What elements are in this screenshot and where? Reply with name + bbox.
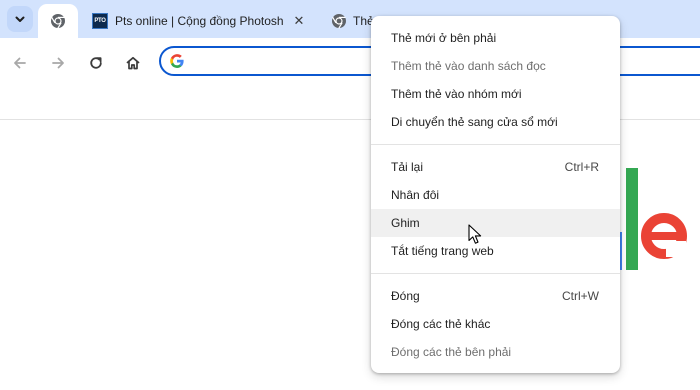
menu-item-pin[interactable]: Ghim: [371, 209, 620, 237]
menu-item-label: Thêm thẻ vào danh sách đọc: [391, 59, 546, 73]
tab-context-menu: Thẻ mới ở bên phải Thêm thẻ vào danh sác…: [371, 16, 620, 373]
chevron-down-icon: [15, 16, 25, 22]
pts-favicon-text: PTO: [94, 18, 106, 24]
menu-item-duplicate[interactable]: Nhân đôi: [371, 181, 620, 209]
menu-item-add-to-reading-list[interactable]: Thêm thẻ vào danh sách đọc: [371, 52, 620, 80]
menu-item-reload[interactable]: Tải lại Ctrl+R: [371, 153, 620, 181]
tab-search-button[interactable]: [7, 6, 33, 32]
mouse-pointer-icon: [468, 224, 482, 244]
menu-item-label: Tắt tiếng trang web: [391, 244, 494, 258]
arrow-right-icon: [52, 57, 64, 69]
menu-item-mute-site[interactable]: Tắt tiếng trang web: [371, 237, 620, 265]
menu-item-label: Ghim: [391, 216, 420, 230]
menu-item-close-tabs-right[interactable]: Đóng các thẻ bên phải: [371, 338, 620, 366]
reload-icon: [90, 57, 102, 69]
menu-item-label: Đóng các thẻ khác: [391, 317, 491, 331]
chrome-icon: [51, 14, 65, 29]
forward-button[interactable]: [44, 49, 72, 77]
chrome-icon: [332, 14, 346, 29]
menu-item-new-tab-right[interactable]: Thẻ mới ở bên phải: [371, 24, 620, 52]
close-icon[interactable]: ✕: [291, 13, 307, 29]
pts-favicon: PTO: [92, 13, 108, 29]
menu-item-label: Đóng các thẻ bên phải: [391, 345, 512, 359]
arrow-left-icon: [14, 57, 26, 69]
menu-separator: [371, 144, 620, 145]
home-icon: [126, 56, 140, 70]
menu-item-close-other-tabs[interactable]: Đóng các thẻ khác: [371, 310, 620, 338]
google-g-icon: [170, 54, 184, 68]
menu-item-label: Thẻ mới ở bên phải: [391, 31, 497, 45]
menu-item-shortcut: Ctrl+W: [562, 289, 599, 303]
menu-item-shortcut: Ctrl+R: [564, 160, 599, 174]
menu-item-label: Di chuyển thẻ sang cửa sổ mới: [391, 115, 558, 129]
menu-item-label: Nhân đôi: [391, 188, 440, 202]
home-button[interactable]: [119, 49, 147, 77]
menu-item-label: Thêm thẻ vào nhóm mới: [391, 87, 522, 101]
tab-pts-online[interactable]: PTO Pts online | Cộng đồng Photosh ✕: [84, 4, 314, 38]
menu-item-label: Đóng: [391, 289, 420, 303]
google-logo-fragment: [610, 168, 687, 270]
menu-item-add-to-new-group[interactable]: Thêm thẻ vào nhóm mới: [371, 80, 620, 108]
back-button[interactable]: [6, 49, 34, 77]
tab-title: Pts online | Cộng đồng Photosh: [115, 14, 284, 28]
menu-item-move-to-new-window[interactable]: Di chuyển thẻ sang cửa sổ mới: [371, 108, 620, 136]
menu-separator: [371, 273, 620, 274]
menu-item-label: Tải lại: [391, 160, 424, 174]
menu-item-close[interactable]: Đóng Ctrl+W: [371, 282, 620, 310]
tab-new-tab[interactable]: [38, 4, 78, 38]
reload-button[interactable]: [82, 49, 110, 77]
